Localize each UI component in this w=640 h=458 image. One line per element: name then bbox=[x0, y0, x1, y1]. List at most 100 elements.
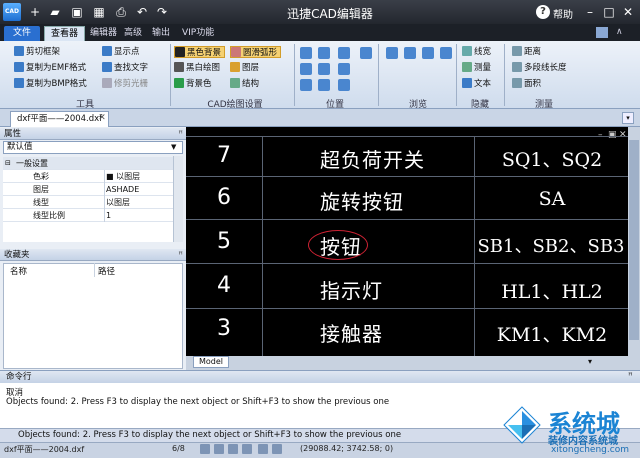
orbit-icon[interactable] bbox=[300, 79, 312, 91]
undo-icon[interactable]: ↶ bbox=[135, 5, 149, 19]
canvas-horizontal-scrollbar[interactable] bbox=[186, 356, 640, 370]
smooth-arc-button[interactable]: 圆滑弧形 bbox=[230, 46, 282, 58]
property-row[interactable]: 图层 ASHADE bbox=[3, 183, 173, 196]
status-coordinates: (29088.42; 3742.58; 0) bbox=[300, 444, 394, 453]
new-file-icon[interactable]: + bbox=[28, 5, 42, 19]
print-icon[interactable]: ⎙ bbox=[114, 5, 128, 19]
table-line bbox=[474, 136, 475, 356]
properties-selector[interactable]: 默认值 bbox=[3, 141, 183, 154]
first-page-icon[interactable] bbox=[200, 444, 210, 454]
next-page-icon[interactable] bbox=[228, 444, 238, 454]
property-row[interactable]: 色彩 ■ 以图层 bbox=[3, 170, 173, 183]
favorites-col-name[interactable]: 名称 bbox=[10, 265, 27, 277]
zoom-frame-icon[interactable] bbox=[300, 63, 312, 75]
property-row[interactable]: 线型比例 1 bbox=[3, 209, 173, 222]
polyline-length-icon bbox=[512, 62, 522, 72]
copy-bmp-button[interactable]: 复制为BMP格式 bbox=[14, 78, 87, 90]
zoom-window-icon[interactable] bbox=[300, 47, 312, 59]
row-number: 3 bbox=[217, 316, 231, 341]
measure-toggle-button[interactable]: 测量 bbox=[462, 62, 491, 74]
scroll-thumb[interactable] bbox=[629, 140, 639, 340]
polyline-length-button[interactable]: 多段线长度 bbox=[512, 62, 567, 74]
linewidth-button[interactable]: 线宽 bbox=[462, 46, 491, 58]
pin-icon[interactable]: ꟸ bbox=[628, 371, 633, 380]
area-icon bbox=[512, 78, 522, 88]
row-code: KM1、KM2 bbox=[496, 324, 608, 346]
help-icon[interactable]: ? bbox=[536, 5, 550, 19]
row-number: 6 bbox=[217, 185, 231, 210]
text-toggle-button[interactable]: 文本 bbox=[462, 78, 491, 90]
distance-button[interactable]: 距离 bbox=[512, 46, 541, 58]
zoom-out-icon[interactable] bbox=[338, 63, 350, 75]
fit-icon[interactable] bbox=[318, 63, 330, 75]
cut-frame-button[interactable]: 剪切框架 bbox=[14, 46, 60, 58]
prev-page-icon[interactable] bbox=[214, 444, 224, 454]
table-line bbox=[186, 176, 628, 177]
canvas-restore-icon[interactable]: ▣ bbox=[608, 130, 617, 140]
bw-drawing-button[interactable]: 黑白绘图 bbox=[174, 62, 220, 74]
background-color-button[interactable]: 背景色 bbox=[174, 78, 212, 90]
row-number: 5 bbox=[217, 229, 231, 254]
chevron-down-icon[interactable]: ▼ bbox=[171, 143, 176, 151]
show-points-button[interactable]: 显示点 bbox=[102, 46, 140, 58]
layer-icon bbox=[230, 62, 240, 72]
structure-button[interactable]: 结构 bbox=[230, 78, 259, 90]
redo-icon[interactable]: ↷ bbox=[155, 5, 169, 19]
copy-emf-button[interactable]: 复制为EMF格式 bbox=[14, 62, 86, 74]
model-tab[interactable]: Model bbox=[193, 356, 230, 368]
trim-raster-button[interactable]: 修剪光栅 bbox=[102, 78, 148, 90]
watermark-logo-icon bbox=[503, 406, 541, 444]
tab-list-icon[interactable]: ▾ bbox=[622, 112, 634, 124]
properties-scrollbar[interactable] bbox=[173, 156, 183, 242]
find-text-button[interactable]: 查找文字 bbox=[102, 62, 148, 74]
area-button[interactable]: 面积 bbox=[512, 78, 541, 90]
zoom-previous-icon[interactable] bbox=[338, 79, 350, 91]
maximize-icon[interactable]: □ bbox=[601, 4, 617, 20]
layer-button[interactable]: 图层 bbox=[230, 62, 259, 74]
last-page-icon[interactable] bbox=[242, 444, 252, 454]
document-tab-close-icon[interactable]: ✕ bbox=[96, 112, 108, 124]
prev-view-icon[interactable] bbox=[386, 47, 398, 59]
pan-hand-icon[interactable] bbox=[360, 47, 372, 59]
view-3d-icon[interactable] bbox=[318, 79, 330, 91]
canvas-close-icon[interactable]: ✕ bbox=[619, 130, 627, 140]
help-label[interactable]: 帮助 bbox=[553, 6, 573, 21]
favorites-col-path[interactable]: 路径 bbox=[98, 265, 115, 277]
property-row[interactable]: 线型 以图层 bbox=[3, 196, 173, 209]
minimize-icon[interactable]: – bbox=[582, 4, 598, 20]
tab-viewer[interactable]: 查看器 bbox=[44, 26, 86, 41]
app-logo-icon[interactable]: CAD bbox=[3, 3, 21, 21]
snap-icon[interactable] bbox=[258, 444, 268, 454]
grid-icon[interactable] bbox=[272, 444, 282, 454]
zoom-in-icon[interactable] bbox=[338, 47, 350, 59]
copy-bmp-icon bbox=[14, 78, 24, 88]
collapse-icon[interactable]: ⊟ bbox=[5, 157, 11, 170]
pin-icon[interactable]: ꟸ bbox=[178, 249, 183, 261]
tab-file[interactable]: 文件 bbox=[4, 26, 40, 41]
chevron-down-icon[interactable]: ▾ bbox=[585, 357, 595, 367]
tab-advanced[interactable]: 高级 bbox=[118, 26, 148, 41]
ribbon-collapse-icon[interactable]: ∧ bbox=[616, 27, 623, 37]
next-view-icon[interactable] bbox=[404, 47, 416, 59]
linewidth-icon bbox=[462, 46, 472, 56]
browse-open-icon[interactable] bbox=[422, 47, 434, 59]
save-as-icon[interactable]: ▦ bbox=[92, 5, 106, 19]
zoom-extents-icon[interactable] bbox=[318, 47, 330, 59]
black-background-button[interactable]: 黑色背景 bbox=[174, 46, 226, 58]
properties-header: 属性 ꟸ bbox=[0, 128, 186, 140]
open-folder-icon[interactable]: ▰ bbox=[48, 5, 62, 19]
properties-section[interactable]: ⊟ 一般设置 bbox=[3, 157, 173, 170]
pin-icon[interactable]: ꟸ bbox=[178, 128, 183, 140]
distance-icon bbox=[512, 46, 522, 56]
tab-vip[interactable]: VIP功能 bbox=[176, 26, 220, 41]
save-icon[interactable]: ▣ bbox=[70, 5, 84, 19]
close-icon[interactable]: ✕ bbox=[620, 4, 636, 20]
style-icon[interactable] bbox=[596, 27, 608, 38]
tab-output[interactable]: 输出 bbox=[146, 26, 176, 41]
document-tab[interactable]: dxf平面——2004.dxf bbox=[10, 111, 110, 127]
favorites-list[interactable] bbox=[3, 263, 183, 369]
browse-refresh-icon[interactable] bbox=[440, 47, 452, 59]
cut-frame-icon bbox=[14, 46, 24, 56]
canvas-minimize-icon[interactable]: – bbox=[598, 130, 603, 140]
row-name: 超负荷开关 bbox=[320, 148, 425, 172]
